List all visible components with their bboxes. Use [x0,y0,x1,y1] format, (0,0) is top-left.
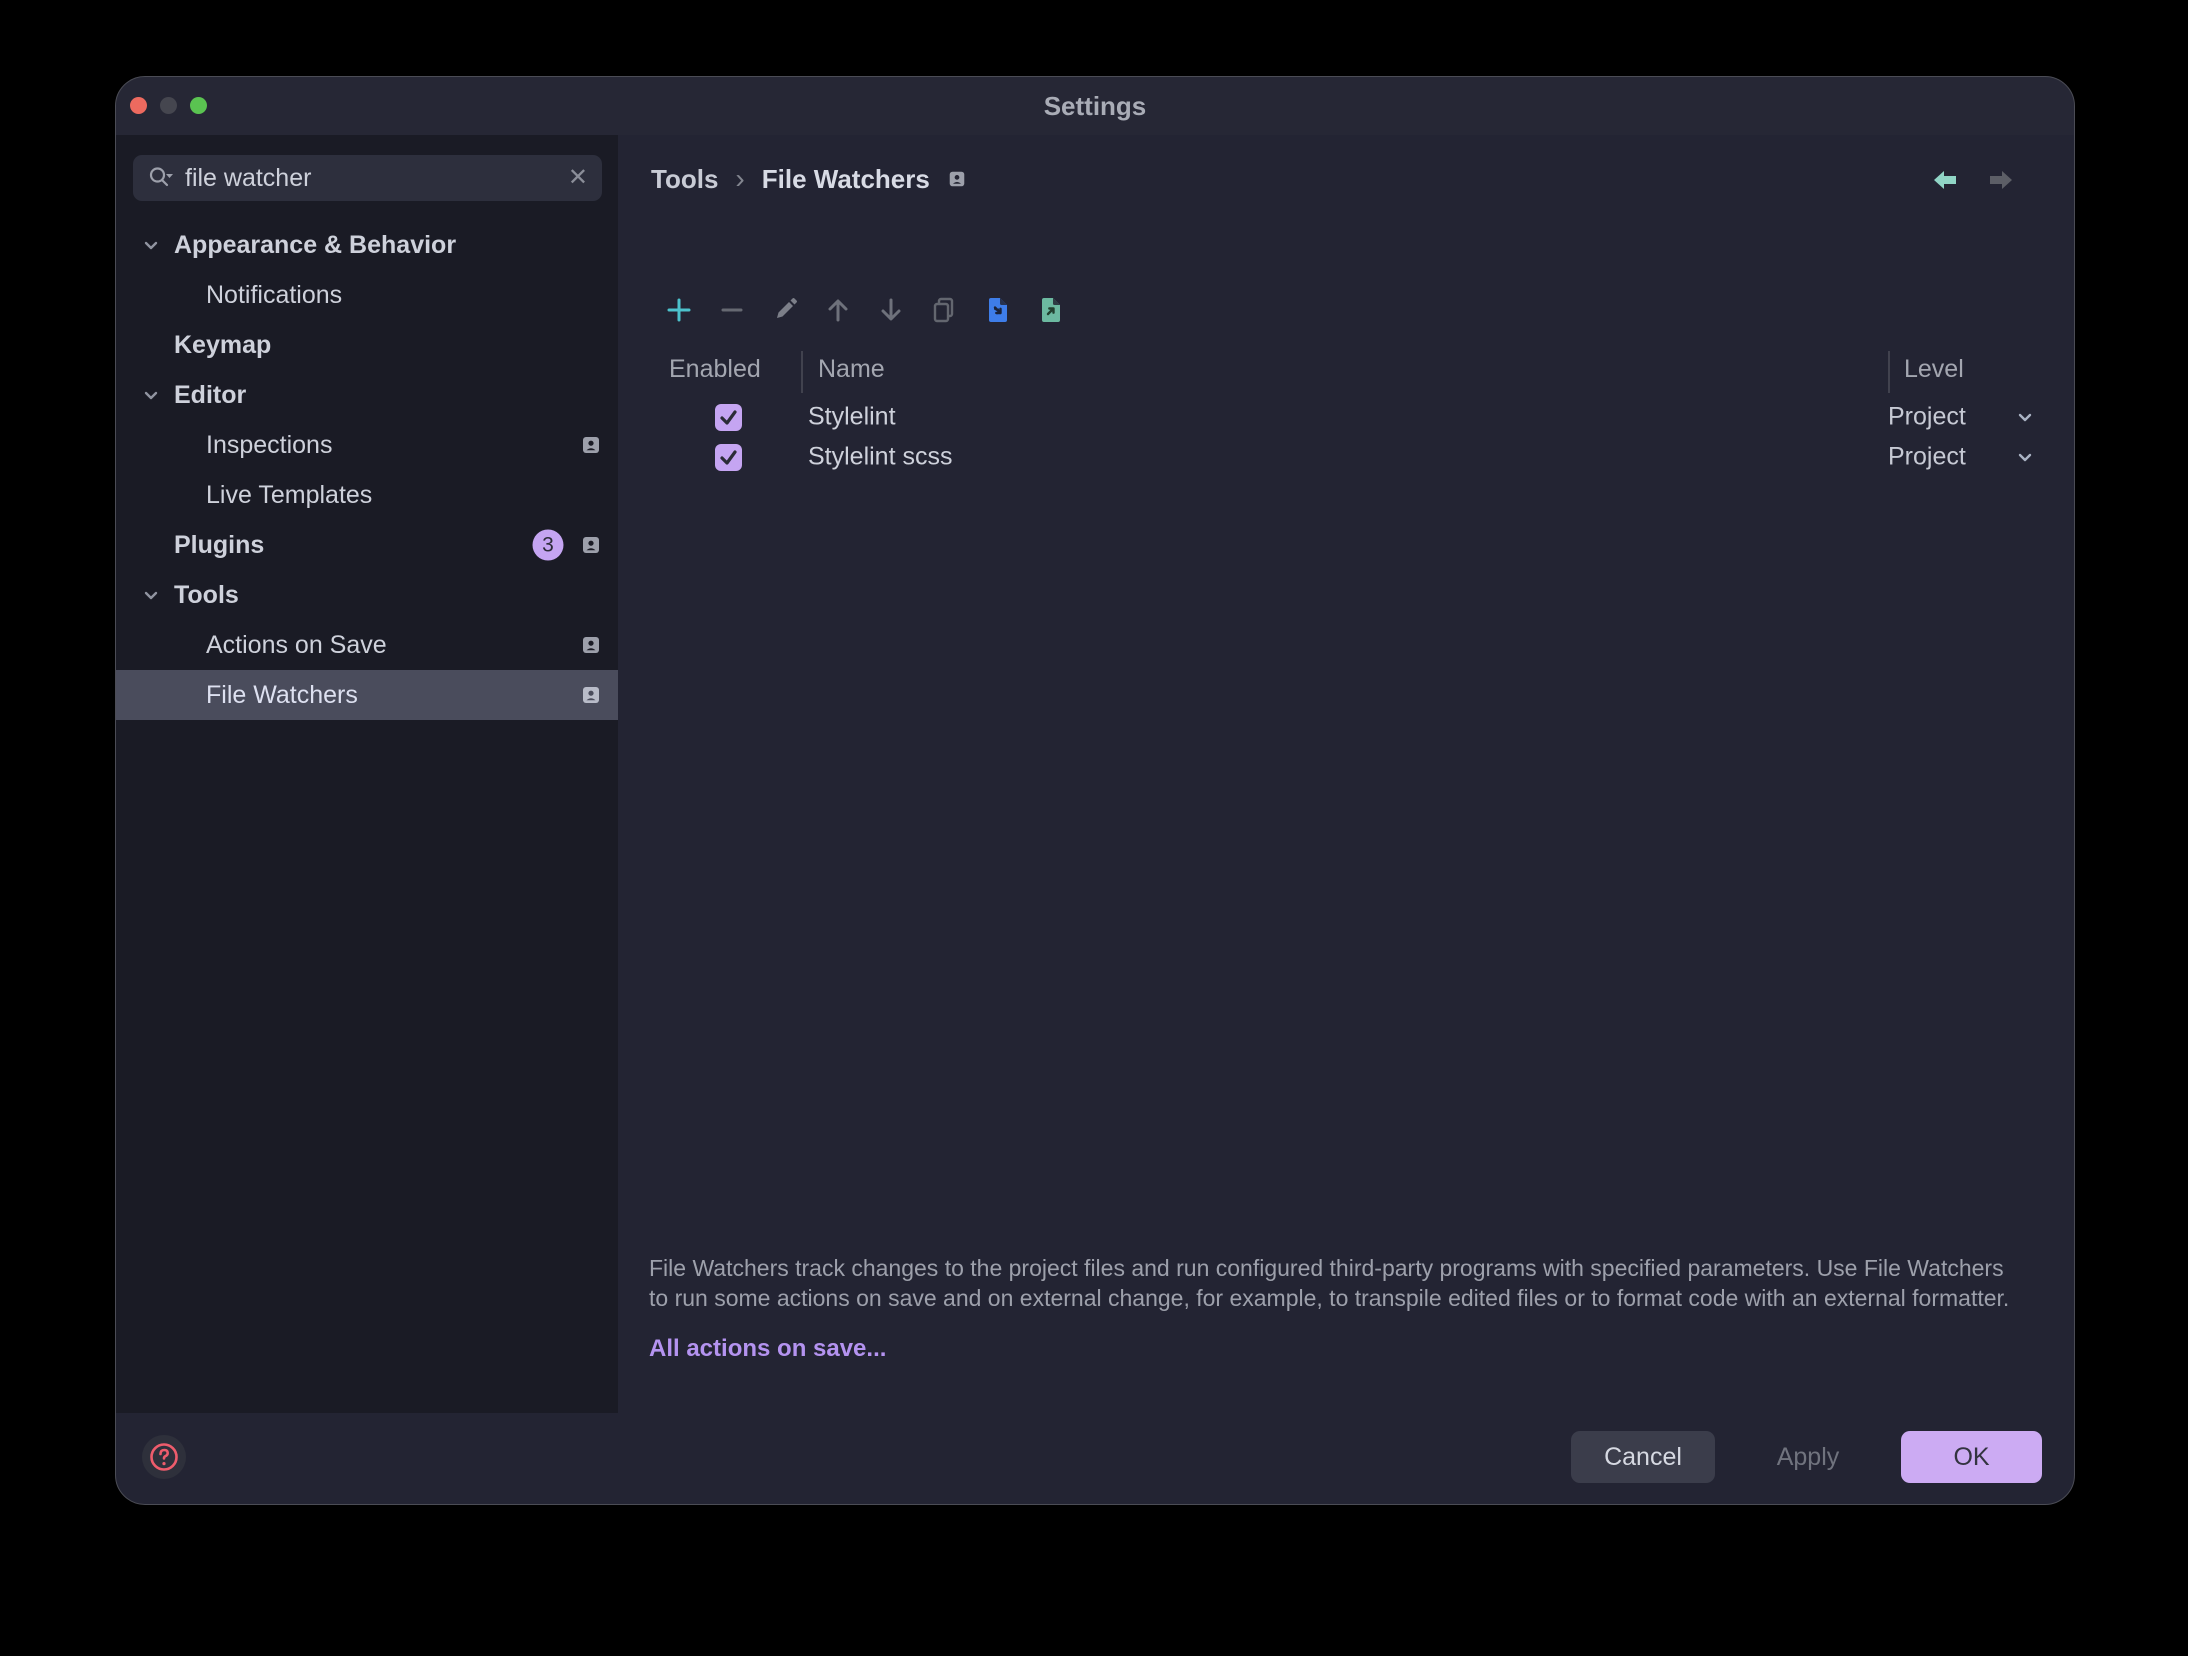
sidebar-item-appearance-behavior[interactable]: Appearance & Behavior [116,220,618,270]
sidebar-item-live-templates[interactable]: Live Templates [116,470,618,520]
arrow-up-icon [824,296,852,324]
enabled-checkbox[interactable] [715,404,742,431]
watcher-name: Stylelint scss [808,443,952,472]
ok-button[interactable]: OK [1901,1431,2042,1483]
sidebar-item-keymap[interactable]: Keymap [116,320,618,370]
column-header-enabled: Enabled [669,355,761,384]
column-divider[interactable] [1888,351,1890,393]
watchers-table: Stylelint Project Stylelint scss Project [618,397,2049,477]
profile-badge-icon [947,169,967,189]
sidebar-item-plugins[interactable]: Plugins 3 [116,520,618,570]
settings-sidebar: file watcher ✕ Appearance & Behavior Not… [116,135,618,1413]
sidebar-item-label: Plugins [174,531,264,560]
plus-icon [665,296,693,324]
apply-button[interactable]: Apply [1743,1431,1873,1483]
search-history-chevron-icon [166,174,173,178]
import-watchers-button[interactable] [980,293,1013,326]
sidebar-item-file-watchers[interactable]: File Watchers [116,670,618,720]
sidebar-item-label: Live Templates [206,481,372,510]
import-file-icon [983,296,1011,324]
column-header-level: Level [1904,355,1964,384]
all-actions-on-save-link[interactable]: All actions on save... [649,1335,886,1363]
profile-badge-icon [580,684,602,706]
table-row[interactable]: Stylelint scss Project [618,437,2049,477]
breadcrumb-file-watchers: File Watchers [762,164,930,195]
profile-badge-icon [580,534,602,556]
file-watchers-description: File Watchers track changes to the proje… [649,1253,2021,1313]
chevron-down-icon[interactable] [141,585,161,605]
forward-arrow-icon[interactable] [1988,169,2014,191]
breadcrumb-separator-icon: › [735,163,744,195]
sidebar-item-label: File Watchers [206,681,358,710]
help-icon [147,1440,181,1474]
column-header-name: Name [818,355,885,384]
chevron-down-icon[interactable] [141,235,161,255]
move-down-button[interactable] [874,293,907,326]
arrow-down-icon [877,296,905,324]
sidebar-item-label: Keymap [174,331,271,360]
settings-tree: Appearance & Behavior Notifications Keym… [116,220,618,720]
file-watchers-panel: Tools › File Watchers [618,135,2074,1504]
profile-badge-icon [580,634,602,656]
copy-icon [930,296,958,324]
window-title: Settings [116,77,2074,135]
remove-watcher-button[interactable] [715,293,748,326]
sidebar-item-label: Appearance & Behavior [174,231,456,260]
sidebar-item-label: Notifications [206,281,342,310]
watcher-name: Stylelint [808,403,896,432]
breadcrumb: Tools › File Watchers [651,163,967,195]
sidebar-item-label: Tools [174,581,239,610]
enabled-checkbox[interactable] [715,444,742,471]
plugins-count-badge: 3 [533,530,564,561]
table-row[interactable]: Stylelint Project [618,397,2049,437]
dialog-footer: Cancel Apply OK [116,1410,2074,1504]
breadcrumb-tools[interactable]: Tools [651,164,718,195]
watchers-table-header: Enabled Name Level [618,355,2049,391]
minus-icon [718,296,746,324]
chevron-down-icon[interactable] [2014,446,2036,468]
history-navigation [1932,169,2014,191]
edit-watcher-button[interactable] [768,293,801,326]
export-file-icon [1036,296,1064,324]
copy-watcher-button[interactable] [927,293,960,326]
search-input[interactable]: file watcher ✕ [133,155,602,201]
profile-badge-icon [580,434,602,456]
sidebar-item-tools[interactable]: Tools [116,570,618,620]
checkmark-icon [718,407,739,428]
watcher-level-select[interactable]: Project [1888,403,1966,432]
add-watcher-button[interactable] [662,293,695,326]
clear-search-icon[interactable]: ✕ [568,166,588,190]
sidebar-item-notifications[interactable]: Notifications [116,270,618,320]
search-query: file watcher [185,164,568,193]
move-up-button[interactable] [821,293,854,326]
column-divider[interactable] [801,351,803,393]
help-button[interactable] [142,1435,186,1479]
search-icon [147,165,173,191]
watcher-level-select[interactable]: Project [1888,443,1966,472]
export-watchers-button[interactable] [1033,293,1066,326]
sidebar-item-label: Actions on Save [206,631,387,660]
checkmark-icon [718,447,739,468]
chevron-down-icon[interactable] [141,385,161,405]
titlebar: Settings [116,77,2074,135]
back-arrow-icon[interactable] [1932,169,1958,191]
sidebar-item-inspections[interactable]: Inspections [116,420,618,470]
pencil-icon [771,296,799,324]
sidebar-item-label: Editor [174,381,246,410]
chevron-down-icon[interactable] [2014,406,2036,428]
sidebar-item-editor[interactable]: Editor [116,370,618,420]
cancel-button[interactable]: Cancel [1571,1431,1715,1483]
watchers-toolbar [662,293,1066,326]
settings-dialog: Settings file watcher ✕ Appearance & Beh… [115,76,2075,1505]
sidebar-item-label: Inspections [206,431,332,460]
sidebar-item-actions-on-save[interactable]: Actions on Save [116,620,618,670]
